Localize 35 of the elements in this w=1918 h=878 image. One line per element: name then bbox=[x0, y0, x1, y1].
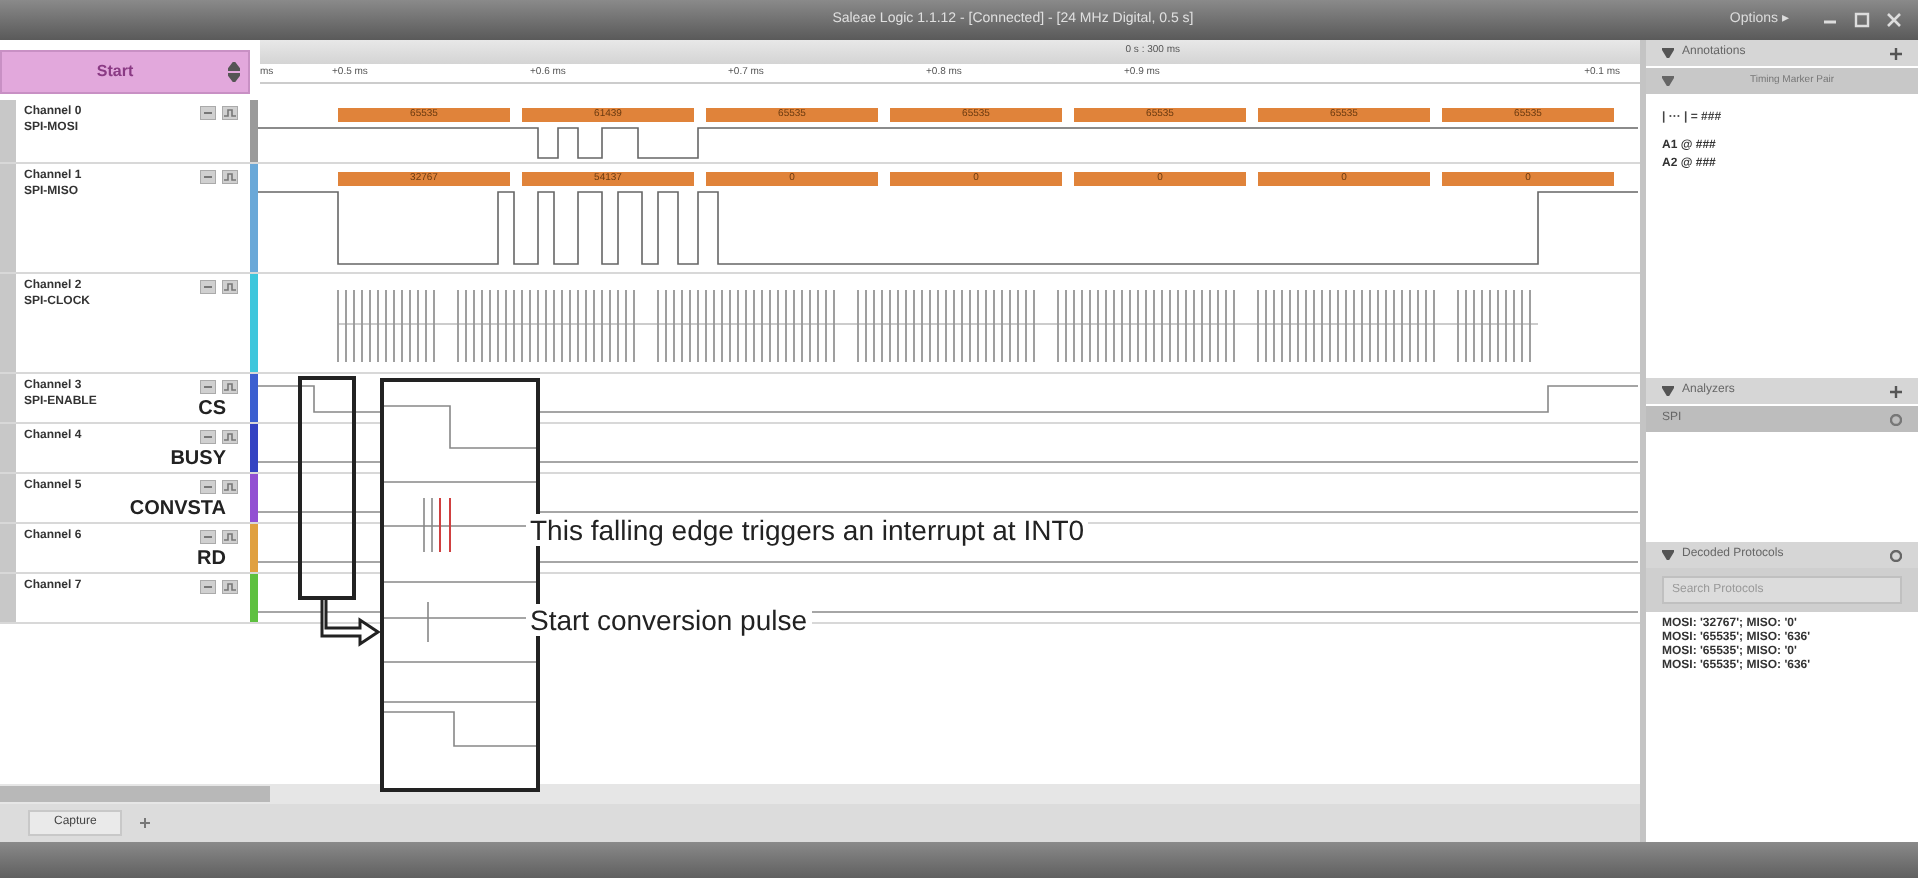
scrollbar-thumb[interactable] bbox=[0, 786, 270, 802]
row-handle[interactable] bbox=[0, 574, 16, 622]
maximize-icon[interactable] bbox=[1854, 12, 1870, 28]
row-handle[interactable] bbox=[0, 374, 16, 422]
callout-text: Start conversion pulse bbox=[526, 604, 812, 636]
up-down-arrow-icon bbox=[228, 62, 240, 82]
trigger-icon[interactable] bbox=[222, 106, 238, 120]
start-button[interactable]: Start bbox=[0, 50, 250, 94]
trigger-icon[interactable] bbox=[222, 530, 238, 544]
row-handle[interactable] bbox=[0, 164, 16, 272]
collapse-triangle-icon[interactable] bbox=[1662, 76, 1674, 86]
callout-text: This falling edge triggers an interrupt at INT0 bbox=[526, 514, 1089, 546]
trigger-icon[interactable] bbox=[222, 580, 238, 594]
trigger-icon[interactable] bbox=[222, 280, 238, 294]
row-handle[interactable] bbox=[0, 524, 16, 572]
signal-note: RD bbox=[197, 550, 226, 570]
add-tab-icon[interactable] bbox=[138, 816, 153, 830]
collapse-triangle-icon[interactable] bbox=[1662, 550, 1674, 560]
collapse-triangle-icon[interactable] bbox=[1662, 386, 1674, 396]
trigger-icon[interactable] bbox=[222, 480, 238, 494]
row-handle[interactable] bbox=[0, 474, 16, 522]
signal-note: BUSY bbox=[170, 450, 226, 470]
signal-note: CONVSTA bbox=[129, 500, 226, 520]
collapse-triangle-icon[interactable] bbox=[1662, 48, 1674, 58]
close-icon[interactable] bbox=[1886, 12, 1902, 28]
signal-note: CS bbox=[198, 400, 226, 420]
add-icon[interactable] bbox=[1890, 385, 1902, 397]
row-handle[interactable] bbox=[0, 100, 16, 162]
trigger-icon[interactable] bbox=[222, 430, 238, 444]
add-icon[interactable] bbox=[1890, 47, 1902, 59]
trigger-icon[interactable] bbox=[222, 170, 238, 184]
row-handle[interactable] bbox=[0, 274, 16, 372]
trigger-icon[interactable] bbox=[222, 380, 238, 394]
horizontal-scrollbar[interactable] bbox=[0, 784, 1640, 804]
row-handle[interactable] bbox=[0, 424, 16, 472]
